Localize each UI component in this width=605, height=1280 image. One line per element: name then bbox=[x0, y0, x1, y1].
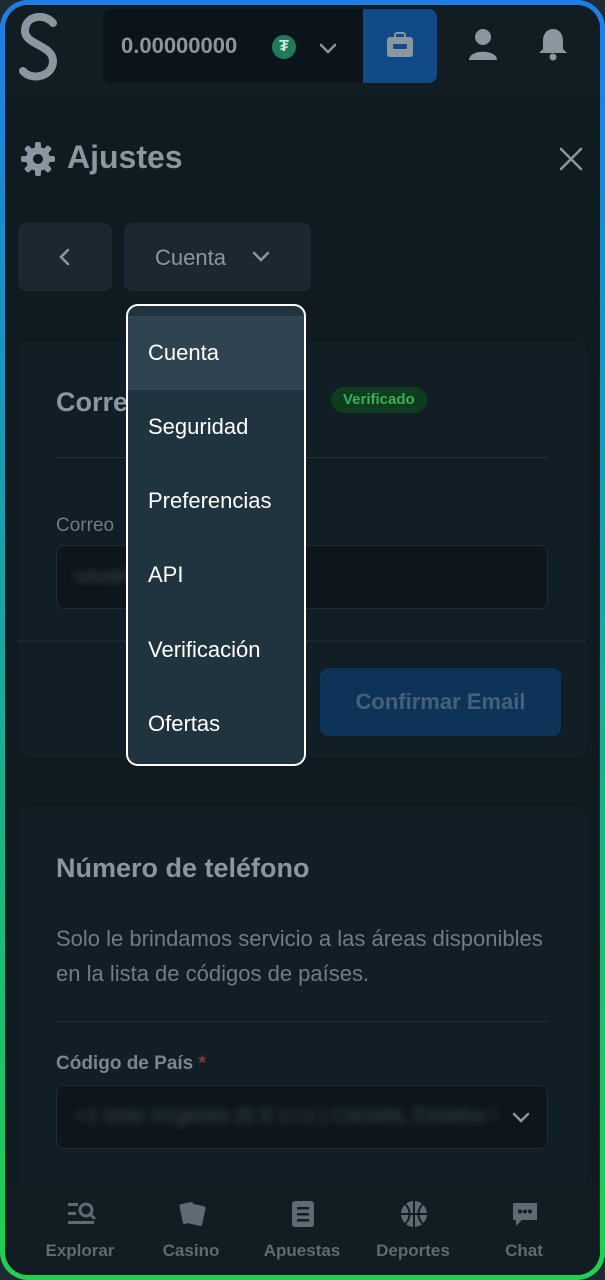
bell-icon[interactable] bbox=[537, 27, 569, 61]
basketball-icon bbox=[401, 1201, 427, 1227]
gear-icon bbox=[21, 142, 55, 176]
page-title: Ajustes bbox=[67, 139, 183, 175]
tether-coin-icon: ₮ bbox=[272, 35, 296, 59]
phone-card-title: Número de teléfono bbox=[56, 853, 310, 883]
section-dropdown-menu: Cuenta Seguridad Preferencias API Verifi… bbox=[126, 304, 306, 766]
dropdown-item-seguridad[interactable]: Seguridad bbox=[128, 390, 304, 464]
nav-label: Apuestas bbox=[263, 1241, 341, 1260]
top-header: 0.00000000 ₮ bbox=[5, 5, 600, 95]
dropdown-item-ofertas[interactable]: Ofertas bbox=[128, 687, 304, 761]
divider bbox=[56, 1021, 548, 1022]
country-code-label: Código de País * bbox=[56, 1053, 206, 1075]
close-icon[interactable] bbox=[557, 145, 585, 173]
dropdown-item-cuenta[interactable]: Cuenta bbox=[128, 316, 304, 390]
verified-badge: Verificado bbox=[331, 387, 427, 413]
phone-card-description: Solo le brindamos servicio a las áreas d… bbox=[56, 926, 543, 986]
nav-label: Casino bbox=[162, 1241, 220, 1260]
nav-item-chat[interactable]: Chat bbox=[464, 1183, 584, 1275]
nav-item-casino[interactable]: Casino bbox=[131, 1183, 251, 1275]
selected-section-label: Cuenta bbox=[155, 245, 226, 270]
user-icon[interactable] bbox=[467, 27, 499, 61]
nav-label: Explorar bbox=[45, 1241, 115, 1260]
logo-icon[interactable] bbox=[15, 11, 63, 85]
chevron-down-icon bbox=[512, 1112, 530, 1123]
dropdown-item-preferencias[interactable]: Preferencias bbox=[128, 464, 304, 538]
nav-item-apuestas[interactable]: Apuestas bbox=[242, 1183, 362, 1275]
chevron-down-icon bbox=[252, 251, 270, 262]
nav-item-explorar[interactable]: Explorar bbox=[20, 1183, 140, 1275]
dropdown-item-api[interactable]: API bbox=[128, 538, 304, 612]
country-code-select[interactable]: +1 Islas Vírgenes (E.E.U.U.) Canadá, Est… bbox=[56, 1085, 548, 1149]
bottom-navigation: Explorar Casino Apuestas Deportes Chat bbox=[5, 1183, 600, 1275]
wallet-icon bbox=[387, 32, 413, 57]
wallet-button[interactable] bbox=[363, 9, 437, 83]
cards-icon bbox=[179, 1202, 206, 1226]
settings-section-select[interactable]: Cuenta bbox=[124, 223, 311, 291]
chat-icon bbox=[513, 1203, 537, 1226]
search-list-icon bbox=[68, 1202, 96, 1224]
app-screen: 0.00000000 ₮ Ajustes Cuenta Correo Verif… bbox=[5, 5, 600, 1275]
chevron-left-icon bbox=[59, 248, 70, 266]
nav-item-deportes[interactable]: Deportes bbox=[353, 1183, 473, 1275]
back-button[interactable] bbox=[18, 223, 112, 291]
phone-card: Número de teléfono Solo le brindamos ser… bbox=[18, 807, 586, 1187]
country-code-value: +1 Islas Vírgenes (E.E.U.U.) Canadá, Est… bbox=[75, 1105, 495, 1127]
country-code-label-text: Código de País bbox=[56, 1053, 194, 1074]
required-mark: * bbox=[198, 1053, 206, 1074]
betslip-icon bbox=[292, 1201, 314, 1227]
chevron-down-icon bbox=[319, 43, 337, 54]
nav-label: Chat bbox=[505, 1241, 543, 1260]
email-field-label: Correo bbox=[56, 515, 115, 536]
balance-amount: 0.00000000 bbox=[121, 33, 238, 58]
confirm-email-button[interactable]: Confirmar Email bbox=[320, 668, 561, 736]
device-frame: 0.00000000 ₮ Ajustes Cuenta Correo Verif… bbox=[0, 0, 605, 1280]
nav-label: Deportes bbox=[376, 1241, 450, 1260]
dropdown-item-verificacion[interactable]: Verificación bbox=[128, 613, 304, 687]
